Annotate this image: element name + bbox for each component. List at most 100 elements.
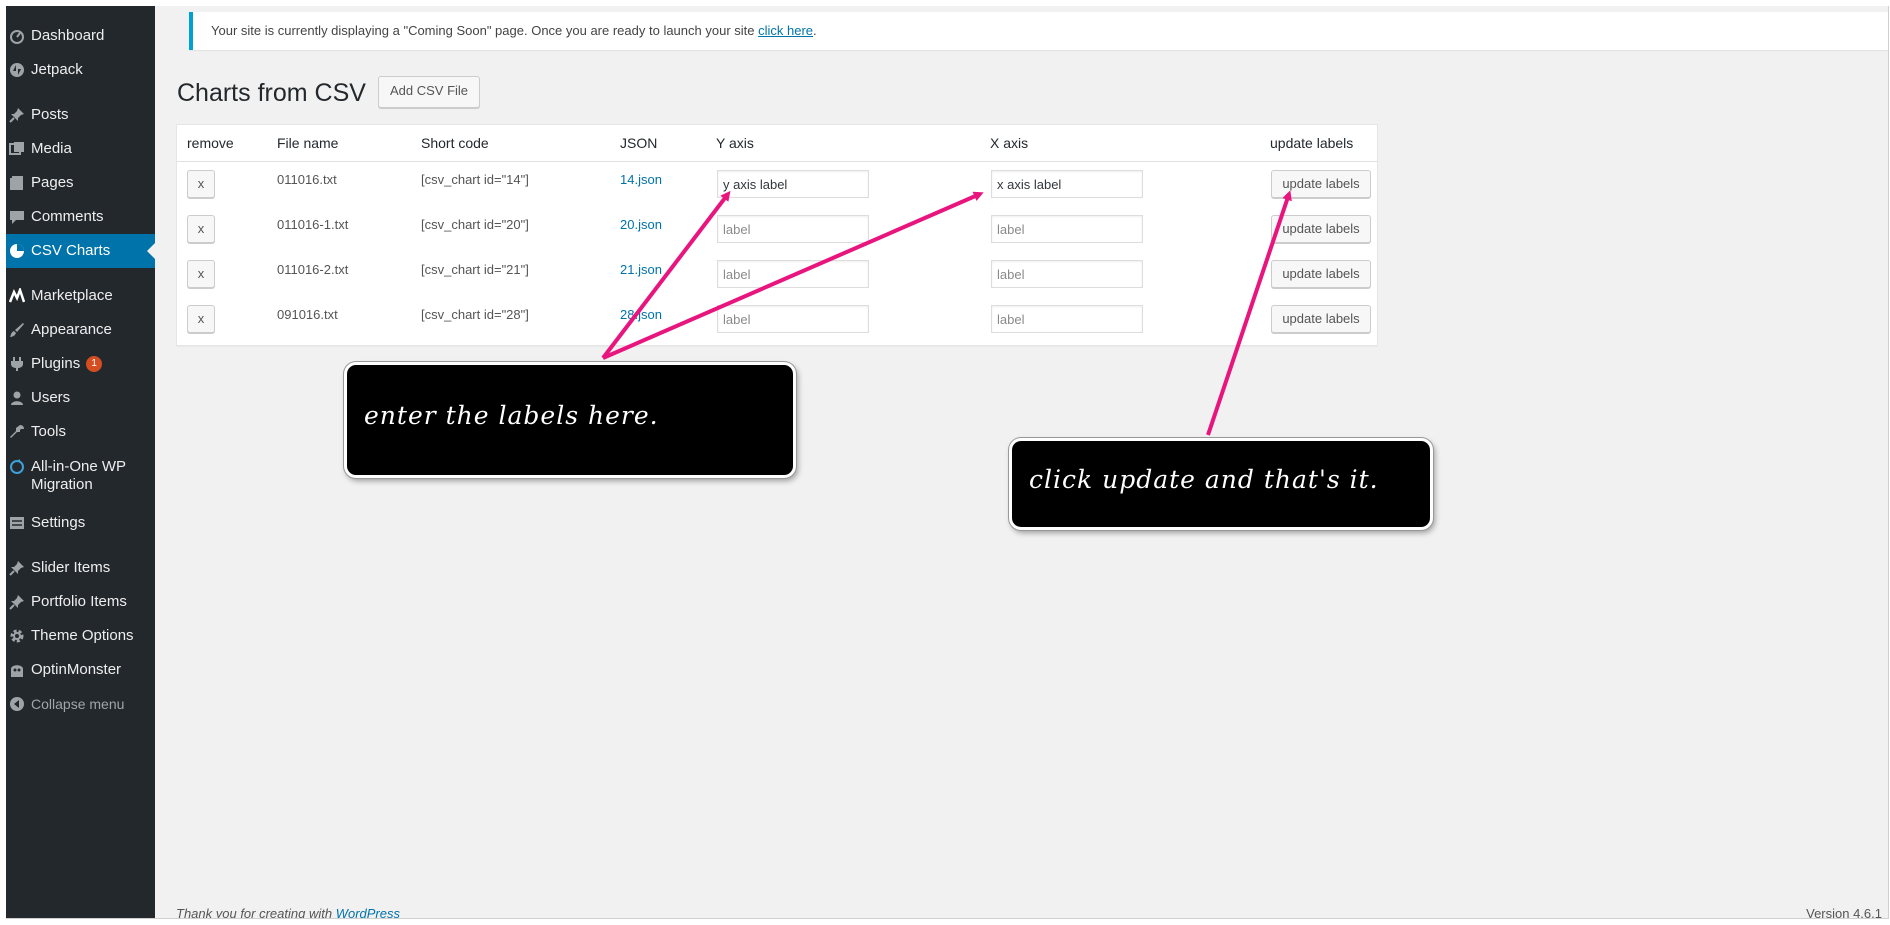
x-axis-input[interactable] [991, 305, 1143, 333]
sidebar-item-label: Collapse menu [31, 696, 125, 712]
sidebar-item-dashboard[interactable]: Dashboard [6, 19, 155, 53]
footer-credit: Thank you for creating with WordPress [176, 906, 400, 919]
y-axis-input[interactable] [717, 170, 869, 198]
pin-icon [8, 559, 26, 577]
monster-icon [8, 661, 26, 679]
gear-icon [8, 627, 26, 645]
remove-button[interactable]: x [187, 260, 215, 288]
footer-text: Thank you for creating with [176, 906, 336, 919]
sidebar-item-migration[interactable]: All-in-One WP Migration [6, 456, 155, 500]
json-link[interactable]: 21.json [620, 262, 662, 277]
sidebar-item-label: Tools [31, 423, 67, 440]
sidebar-item-pages[interactable]: Pages [6, 166, 155, 200]
wordpress-link[interactable]: WordPress [336, 906, 400, 918]
column-header-short-code: Short code [421, 135, 489, 151]
wrench-icon [8, 423, 26, 441]
callout-enter-labels: enter the labels here. [344, 362, 796, 478]
sidebar-item-appearance[interactable]: Appearance [6, 313, 155, 347]
sidebar-item-label: Media [31, 140, 72, 157]
admin-frame: Dashboard Jetpack Posts Media Pages Comm… [6, 6, 1889, 919]
add-csv-file-button[interactable]: Add CSV File [378, 76, 481, 108]
y-axis-input[interactable] [717, 215, 869, 243]
sidebar-item-label: Plugins 1 [31, 355, 103, 373]
page-icon [8, 174, 26, 192]
marketplace-icon [8, 287, 26, 305]
sidebar-item-slider-items[interactable]: Slider Items [6, 551, 155, 585]
sidebar-item-label: Theme Options [31, 627, 134, 644]
admin-sidebar: Dashboard Jetpack Posts Media Pages Comm… [6, 6, 155, 918]
sidebar-item-posts[interactable]: Posts [6, 98, 155, 132]
x-axis-input[interactable] [991, 215, 1143, 243]
jetpack-icon [8, 61, 26, 79]
sidebar-item-label: Dashboard [31, 27, 105, 44]
pin-icon [8, 106, 26, 124]
sidebar-item-label: Appearance [31, 321, 112, 338]
notice-message: Your site is currently displaying a "Com… [211, 23, 759, 38]
remove-button[interactable]: x [187, 170, 215, 198]
plugin-icon [8, 355, 26, 373]
sidebar-item-tools[interactable]: Tools [6, 415, 155, 449]
short-code: [csv_chart id="14"] [421, 172, 529, 187]
column-header-json: JSON [620, 135, 658, 151]
sidebar-item-optinmonster[interactable]: OptinMonster [6, 653, 155, 687]
y-axis-input[interactable] [717, 260, 869, 288]
sidebar-item-settings[interactable]: Settings [6, 506, 155, 540]
sidebar-item-label: Slider Items [31, 559, 111, 576]
remove-button[interactable]: x [187, 215, 215, 243]
json-link[interactable]: 14.json [620, 172, 662, 187]
y-axis-input[interactable] [717, 305, 869, 333]
column-header-y-axis: Y axis [716, 135, 754, 151]
json-link[interactable]: 28.json [620, 307, 662, 322]
pie-chart-icon [8, 242, 26, 260]
x-axis-input[interactable] [991, 260, 1143, 288]
sidebar-item-marketplace[interactable]: Marketplace [6, 279, 155, 313]
sidebar-item-comments[interactable]: Comments [6, 200, 155, 234]
sidebar-item-media[interactable]: Media [6, 132, 155, 166]
sidebar-item-label: Pages [31, 174, 74, 191]
page-title: Charts from CSV [177, 79, 366, 107]
footer-version: Version 4.6.1 [1806, 906, 1882, 919]
user-icon [8, 389, 26, 407]
json-link[interactable]: 20.json [620, 217, 662, 232]
update-labels-button[interactable]: update labels [1271, 215, 1371, 243]
sidebar-item-portfolio-items[interactable]: Portfolio Items [6, 585, 155, 619]
sidebar-item-plugins[interactable]: Plugins 1 [6, 347, 155, 381]
dashboard-icon [8, 27, 26, 45]
sidebar-item-label: Posts [31, 106, 69, 123]
short-code: [csv_chart id="28"] [421, 307, 529, 322]
brush-icon [8, 321, 26, 339]
sidebar-item-label: Marketplace [31, 287, 113, 304]
comment-icon [8, 208, 26, 226]
sidebar-item-users[interactable]: Users [6, 381, 155, 415]
sidebar-item-csv-charts[interactable]: CSV Charts [6, 234, 155, 268]
file-name: 091016.txt [277, 307, 338, 322]
sidebar-item-label: Jetpack [31, 61, 83, 78]
csv-charts-table: remove File name Short code JSON Y axis … [176, 124, 1378, 346]
notice-suffix: . [813, 23, 817, 38]
collapse-menu-button[interactable]: Collapse menu [6, 687, 155, 721]
table-row: x 011016.txt [csv_chart id="14"] 14.json… [177, 161, 1377, 206]
short-code: [csv_chart id="21"] [421, 262, 529, 277]
sidebar-item-label: All-in-One WP Migration [31, 458, 126, 493]
x-axis-input[interactable] [991, 170, 1143, 198]
plugin-update-badge: 1 [86, 356, 103, 372]
launch-site-link[interactable]: click here [758, 23, 813, 38]
remove-button[interactable]: x [187, 305, 215, 333]
sidebar-item-label: Users [31, 389, 71, 406]
update-labels-button[interactable]: update labels [1271, 170, 1371, 198]
migration-icon [8, 458, 26, 476]
file-name: 011016.txt [277, 172, 337, 187]
sidebar-item-label: Portfolio Items [31, 593, 127, 610]
callout-text: click update and that's it. [1029, 465, 1379, 494]
sidebar-item-jetpack[interactable]: Jetpack [6, 53, 155, 87]
callout-click-update: click update and that's it. [1009, 438, 1433, 530]
update-labels-button[interactable]: update labels [1271, 260, 1371, 288]
sidebar-item-label: Comments [31, 208, 104, 225]
table-row: x 011016-2.txt [csv_chart id="21"] 21.js… [177, 251, 1377, 296]
sidebar-item-label: OptinMonster [31, 661, 122, 678]
column-header-remove: remove [187, 135, 234, 151]
sidebar-item-theme-options[interactable]: Theme Options [6, 619, 155, 653]
update-labels-button[interactable]: update labels [1271, 305, 1371, 333]
table-header: remove File name Short code JSON Y axis … [177, 125, 1377, 162]
column-header-x-axis: X axis [990, 135, 1029, 151]
